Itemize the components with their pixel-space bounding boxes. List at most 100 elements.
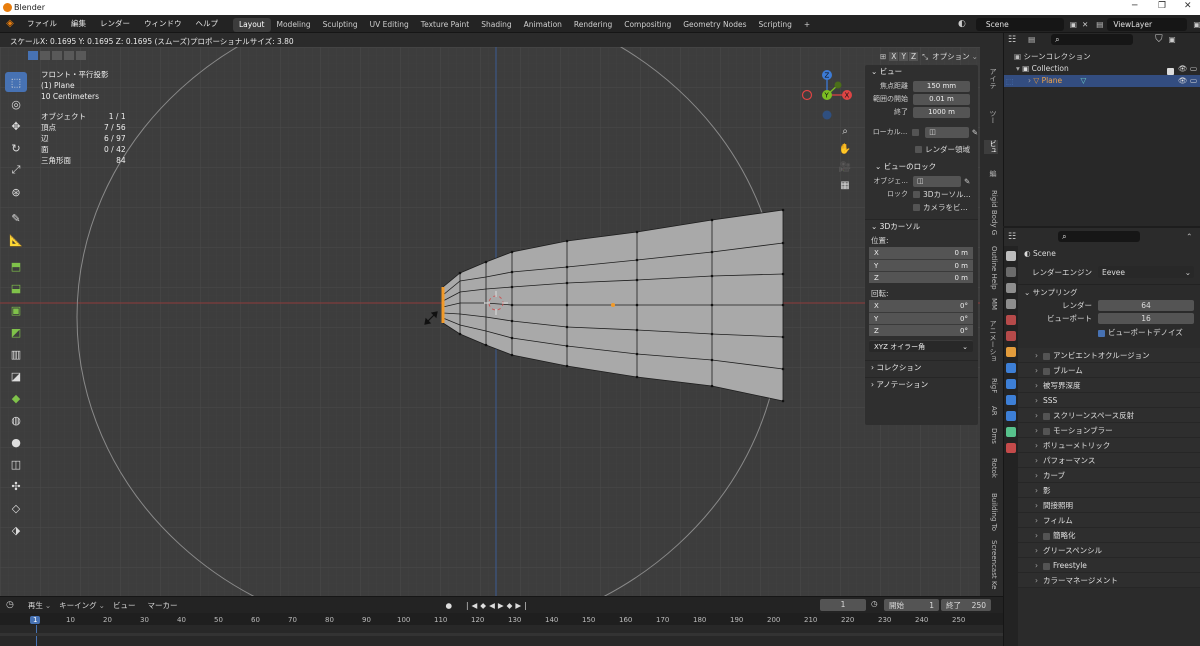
section-ambient-occlusion[interactable]: アンビエントオクルージョン bbox=[1018, 348, 1200, 363]
tab-mm[interactable]: MM bbox=[984, 298, 998, 310]
visibility-eye-icon[interactable]: 👁 bbox=[1178, 63, 1188, 75]
cursor-location-z[interactable]: Z0 m bbox=[869, 271, 973, 283]
annotation-panel-header[interactable]: › アノテーション bbox=[865, 377, 978, 391]
extrude-tool-icon[interactable]: ⬓ bbox=[5, 278, 27, 298]
section-shadows[interactable]: 影 bbox=[1018, 483, 1200, 498]
lock-camera-row[interactable]: カメラをビ... bbox=[865, 201, 978, 213]
blender-menu-icon[interactable]: ◈ bbox=[0, 18, 20, 29]
tab-compositing[interactable]: Compositing bbox=[618, 18, 677, 32]
render-samples-field[interactable]: 64 bbox=[1098, 299, 1194, 311]
section-grease-pencil[interactable]: グリースペンシル bbox=[1018, 543, 1200, 558]
menu-edit[interactable]: 編集 bbox=[64, 15, 93, 33]
local-camera-field[interactable]: ◫ bbox=[925, 126, 969, 138]
render-camera-icon[interactable]: ▭ bbox=[1190, 75, 1197, 87]
output-properties-icon[interactable] bbox=[1006, 283, 1016, 293]
shear-tool-icon[interactable]: ◇ bbox=[5, 498, 27, 518]
section-color-management[interactable]: カラーマネージメント bbox=[1018, 573, 1200, 588]
shrink-fatten-tool-icon[interactable]: ✣ bbox=[5, 476, 27, 496]
tab-animation[interactable]: Animation bbox=[518, 18, 568, 32]
eyedropper-icon[interactable]: ✎ bbox=[964, 177, 970, 186]
annotate-tool-icon[interactable]: ✎ bbox=[5, 208, 27, 228]
loop-cut-tool-icon[interactable]: ▥ bbox=[5, 344, 27, 364]
outliner-scene-collection[interactable]: ▣ シーンコレクション bbox=[1004, 51, 1200, 63]
cursor-rotation-y[interactable]: Y 0° bbox=[869, 312, 973, 324]
select-mode-invert-icon[interactable] bbox=[64, 51, 74, 60]
menu-render[interactable]: レンダー bbox=[93, 15, 137, 33]
mirror-icon[interactable]: ⊞ bbox=[880, 52, 886, 61]
render-engine-select[interactable]: Eevee ⌄ bbox=[1098, 266, 1194, 278]
tab-modeling[interactable]: Modeling bbox=[271, 18, 317, 32]
view-lock-header[interactable]: ⌄ ビューのロック bbox=[865, 160, 978, 174]
outliner-search-input[interactable]: ⌕ bbox=[1051, 34, 1134, 45]
edit-mode-icon[interactable]: ⬚ bbox=[1006, 77, 1014, 86]
lock-object-field[interactable]: ◫ bbox=[913, 175, 961, 187]
cursor-location-y[interactable]: Y0 m bbox=[869, 259, 973, 271]
rotate-tool-icon[interactable]: ↻ bbox=[5, 138, 27, 158]
select-box-tool-icon[interactable]: ⬚ bbox=[5, 72, 27, 92]
collection-panel-header[interactable]: › コレクション bbox=[865, 360, 978, 374]
tab-dms[interactable]: Dms bbox=[984, 428, 998, 444]
mesh-data-icon[interactable]: ▽ bbox=[1081, 76, 1087, 85]
data-properties-icon[interactable] bbox=[1006, 427, 1016, 437]
cursor-rotation-x[interactable]: X 0° bbox=[869, 300, 973, 312]
add-workspace-button[interactable]: + bbox=[798, 18, 816, 32]
minimize-icon[interactable]: ─ bbox=[1132, 1, 1137, 11]
rip-region-tool-icon[interactable]: ⬗ bbox=[5, 520, 27, 540]
tab-shading[interactable]: Shading bbox=[475, 18, 517, 32]
3d-viewport[interactable]: X Z Y ⊞ X Y Z ⤡ オプション ⌄ ⬚ ◎ ✥ ↻ ⤢ ⊛ ✎ 📐 … bbox=[0, 47, 1003, 596]
section-bloom[interactable]: ブルーム bbox=[1018, 363, 1200, 378]
timeline-scrollbar[interactable] bbox=[0, 633, 1003, 636]
transform-tool-icon[interactable]: ⊛ bbox=[5, 182, 27, 202]
measure-tool-icon[interactable]: 📐 bbox=[5, 230, 27, 250]
outliner-editor-type-icon[interactable]: ☷ bbox=[1008, 35, 1016, 45]
section-volumetrics[interactable]: ボリューメトリック bbox=[1018, 438, 1200, 453]
section-freestyle[interactable]: Freestyle bbox=[1018, 558, 1200, 573]
particle-properties-icon[interactable] bbox=[1006, 379, 1016, 389]
section-sss[interactable]: SSS bbox=[1018, 393, 1200, 408]
delete-scene-icon[interactable]: ✕ bbox=[1082, 20, 1088, 29]
rotation-mode-select[interactable]: XYZ オイラー角 ⌄ bbox=[869, 340, 973, 352]
view-panel-header[interactable]: ⌄ ビュー bbox=[865, 65, 978, 79]
tab-layout[interactable]: Layout bbox=[233, 17, 271, 32]
render-properties-icon[interactable] bbox=[1006, 267, 1016, 277]
outliner-collection-row[interactable]: ▾ ▣ Collection 👁 ▭ bbox=[1004, 63, 1200, 75]
smooth-tool-icon[interactable]: ● bbox=[5, 432, 27, 452]
display-mode-icon[interactable]: ▤ bbox=[1028, 35, 1035, 44]
tab-building-tools[interactable]: Building To bbox=[984, 493, 998, 531]
properties-search-input[interactable]: ⌕ bbox=[1058, 231, 1141, 242]
tab-rigf[interactable]: RigF bbox=[984, 378, 998, 393]
viewport-denoise-checkbox[interactable] bbox=[1098, 329, 1105, 337]
menu-file[interactable]: ファイル bbox=[20, 15, 64, 33]
cursor-rotation-z[interactable]: Z 0° bbox=[869, 324, 973, 336]
render-camera-icon[interactable]: ▭ bbox=[1190, 63, 1197, 75]
poly-build-tool-icon[interactable]: ◆ bbox=[5, 388, 27, 408]
render-region-row[interactable]: レンダー領域 bbox=[865, 143, 978, 155]
viewlayer-icon[interactable]: ▤ bbox=[1096, 20, 1103, 29]
tab-item[interactable]: アイテ bbox=[984, 68, 998, 89]
local-camera-checkbox[interactable] bbox=[912, 128, 920, 136]
3d-cursor-header[interactable]: ⌄ 3Dカーソル bbox=[865, 219, 978, 233]
pan-hand-icon[interactable]: ✋ bbox=[838, 141, 852, 159]
section-film[interactable]: フィルム bbox=[1018, 513, 1200, 528]
move-tool-icon[interactable]: ✥ bbox=[5, 116, 27, 136]
outliner-plane-row[interactable]: › ▽ Plane ▽ 👁 ▭ bbox=[1004, 75, 1200, 87]
camera-view-icon[interactable]: 🎥 bbox=[838, 159, 852, 177]
constraint-properties-icon[interactable] bbox=[1006, 411, 1016, 421]
section-motion-blur[interactable]: モーションブラー bbox=[1018, 423, 1200, 438]
new-viewlayer-icon[interactable]: ▣ bbox=[1193, 20, 1200, 29]
viewport-canvas[interactable]: X Z Y bbox=[0, 47, 1003, 596]
menu-help[interactable]: ヘルプ bbox=[189, 15, 226, 33]
section-screen-space-reflections[interactable]: スクリーンスペース反射 bbox=[1018, 408, 1200, 423]
mirror-y-toggle[interactable]: Y bbox=[899, 52, 909, 61]
scene-properties-icon[interactable] bbox=[1006, 315, 1016, 325]
section-performance[interactable]: パフォーマンス bbox=[1018, 453, 1200, 468]
lock-cursor-checkbox[interactable] bbox=[913, 190, 920, 198]
ortho-grid-icon[interactable]: ▦ bbox=[838, 177, 852, 195]
eyedropper-icon[interactable]: ✎ bbox=[972, 128, 978, 137]
tab-scripting[interactable]: Scripting bbox=[753, 18, 798, 32]
tab-screencast-keys[interactable]: Screencast Ke bbox=[984, 540, 998, 589]
select-mode-extend-icon[interactable] bbox=[40, 51, 50, 60]
clip-end-field[interactable]: 1000 m bbox=[913, 106, 970, 118]
zoom-icon[interactable]: ⌕ bbox=[838, 123, 852, 141]
knife-tool-icon[interactable]: ◪ bbox=[5, 366, 27, 386]
